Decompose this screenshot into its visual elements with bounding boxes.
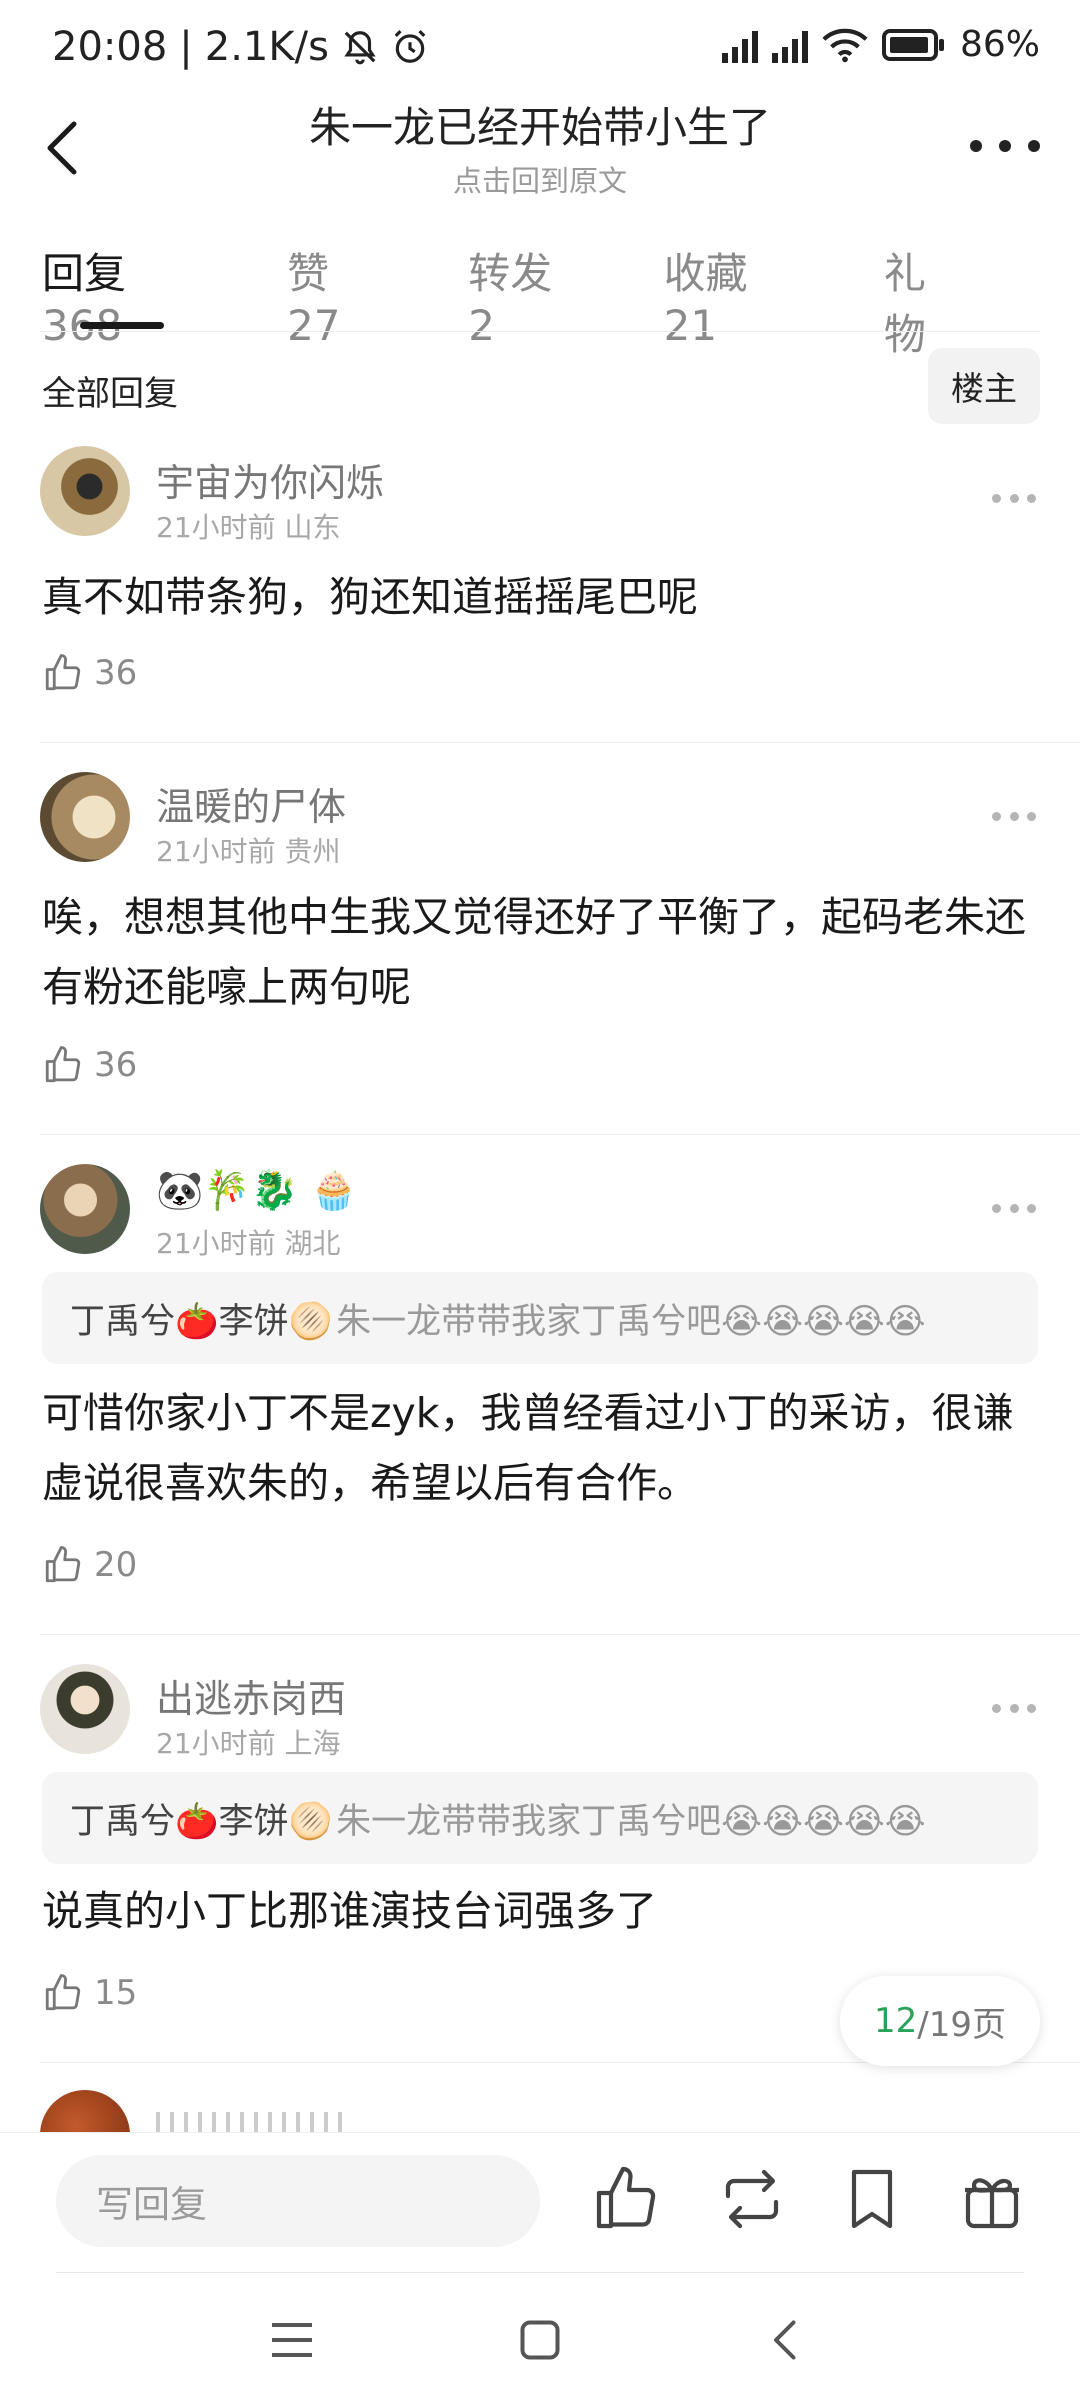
divider	[40, 331, 1040, 332]
like-button[interactable]: 36	[42, 652, 137, 694]
comment-text: 可惜你家小丁不是zyk，我曾经看过小丁的采访，很谦虚说很喜欢朱的，希望以后有合作…	[42, 1389, 1014, 1507]
current-page: 12	[874, 2001, 918, 2041]
page-title: 朱一龙已经开始带小生了	[308, 103, 771, 152]
comment-more-button[interactable]	[992, 812, 1036, 824]
comment-more-button[interactable]	[992, 1204, 1036, 1216]
quoted-reply[interactable]: 丁禹兮🍅李饼🫓 朱一龙带带我家丁禹兮吧😭😭😭😭😭	[42, 1272, 1038, 1364]
quote-author[interactable]: 丁禹兮🍅李饼🫓	[70, 1793, 332, 1844]
comment-meta: 21小时前 上海	[156, 1727, 341, 1760]
home-icon[interactable]	[510, 2310, 570, 2370]
status-separator: |	[179, 24, 193, 70]
owner-only-button[interactable]: 楼主	[928, 348, 1040, 424]
net-speed: 2.1K/s	[204, 24, 329, 70]
reply-input[interactable]: 写回复	[56, 2155, 540, 2247]
divider	[56, 2272, 1024, 2273]
avatar[interactable]	[40, 772, 130, 862]
dot-icon	[999, 140, 1011, 152]
thumbs-up-icon	[45, 1546, 81, 1583]
comment-more-button[interactable]	[992, 1704, 1036, 1716]
divider	[40, 742, 1080, 743]
like-button[interactable]: 15	[42, 1972, 137, 2014]
all-replies-label: 全部回复	[42, 374, 178, 414]
page-indicator[interactable]: 12/19页	[840, 1976, 1040, 2066]
active-tab-indicator	[80, 322, 164, 329]
quote-author[interactable]: 丁禹兮🍅李饼🫓	[70, 1293, 332, 1344]
signal-1-icon	[721, 27, 758, 63]
system-nav-bar	[0, 2280, 1080, 2400]
header-title-area[interactable]: 朱一龙已经开始带小生了 点击回到原文	[200, 100, 880, 200]
tab-likes[interactable]: 赞 27	[287, 240, 388, 362]
thumbs-up-icon	[45, 1046, 81, 1083]
quoted-reply[interactable]: 丁禹兮🍅李饼🫓 朱一龙带带我家丁禹兮吧😭😭😭😭😭	[42, 1772, 1038, 1864]
alarm-icon	[394, 30, 426, 63]
status-left: 20:08 | 2.1K/s	[52, 24, 429, 70]
thumbs-up-icon	[45, 654, 81, 691]
avatar[interactable]	[40, 446, 130, 536]
comment-username[interactable]: 宇宙为你闪烁	[156, 452, 384, 507]
menu-icon[interactable]	[262, 2310, 322, 2370]
avatar[interactable]	[40, 1664, 130, 1754]
wifi-icon	[822, 28, 868, 62]
back-arrow-icon	[47, 121, 77, 175]
tab-bar: 回复 368 赞 27 转发 2 收藏 21 礼物	[42, 240, 1042, 362]
battery-icon	[881, 28, 944, 61]
like-button[interactable]: 36	[42, 1044, 137, 1086]
avatar[interactable]	[40, 1164, 130, 1254]
back-icon[interactable]	[756, 2310, 816, 2370]
bell-muted-icon	[344, 31, 376, 65]
like-count: 36	[94, 1045, 138, 1085]
divider	[40, 1134, 1080, 1135]
back-button[interactable]	[30, 112, 100, 182]
comment-username[interactable]: 温暖的尸体	[156, 776, 346, 831]
tab-favorites[interactable]: 收藏 21	[664, 240, 804, 362]
comment-text: 唉，想想其他中生我又觉得还好了平衡了，起码老朱还有粉还能嚎上两句呢	[42, 893, 1026, 1011]
tab-replies[interactable]: 回复 368	[42, 240, 207, 362]
status-bar: 20:08 | 2.1K/s 86%	[0, 0, 1080, 100]
back-to-original-link[interactable]: 点击回到原文	[200, 158, 880, 200]
repost-icon[interactable]	[716, 2163, 788, 2235]
comment-text: 真不如带条狗，狗还知道摇摇尾巴呢	[42, 573, 698, 621]
bookmark-icon[interactable]	[836, 2163, 908, 2235]
more-options-button[interactable]	[970, 126, 1040, 166]
comment-text: 说真的小丁比那谁演技台词强多了	[42, 1887, 657, 1935]
signal-2-icon	[771, 27, 808, 63]
like-count: 20	[94, 1545, 138, 1585]
thumbs-up-icon[interactable]	[590, 2163, 662, 2235]
comment-meta: 21小时前 贵州	[156, 835, 341, 868]
gift-icon[interactable]	[956, 2163, 1028, 2235]
quote-text: 朱一龙带带我家丁禹兮吧😭😭😭😭😭	[336, 1301, 926, 1342]
comment-meta: 21小时前 山东	[156, 511, 341, 544]
comment-meta: 21小时前 湖北	[156, 1227, 341, 1260]
thumbs-up-icon	[45, 1974, 81, 2011]
bottom-action-bar: 写回复	[0, 2132, 1080, 2272]
like-button[interactable]: 20	[42, 1544, 137, 1586]
divider	[40, 1634, 1080, 1635]
tab-reposts[interactable]: 转发 2	[468, 240, 583, 362]
comment-username[interactable]: 出逃赤岗西	[156, 1668, 346, 1723]
dot-icon	[1028, 140, 1040, 152]
like-count: 36	[94, 653, 138, 693]
battery-percent: 86%	[959, 24, 1040, 65]
status-right: 86%	[721, 24, 1040, 65]
total-pages: /19页	[917, 2004, 1006, 2045]
status-time: 20:08	[52, 24, 168, 70]
quote-text: 朱一龙带带我家丁禹兮吧😭😭😭😭😭	[336, 1801, 926, 1842]
dot-icon	[970, 140, 982, 152]
tab-gifts[interactable]: 礼物	[884, 240, 962, 362]
comment-username[interactable]: 🐼🎋🐉 🧁	[156, 1168, 357, 1213]
like-count: 15	[94, 1973, 138, 2013]
comment-more-button[interactable]	[992, 494, 1036, 506]
